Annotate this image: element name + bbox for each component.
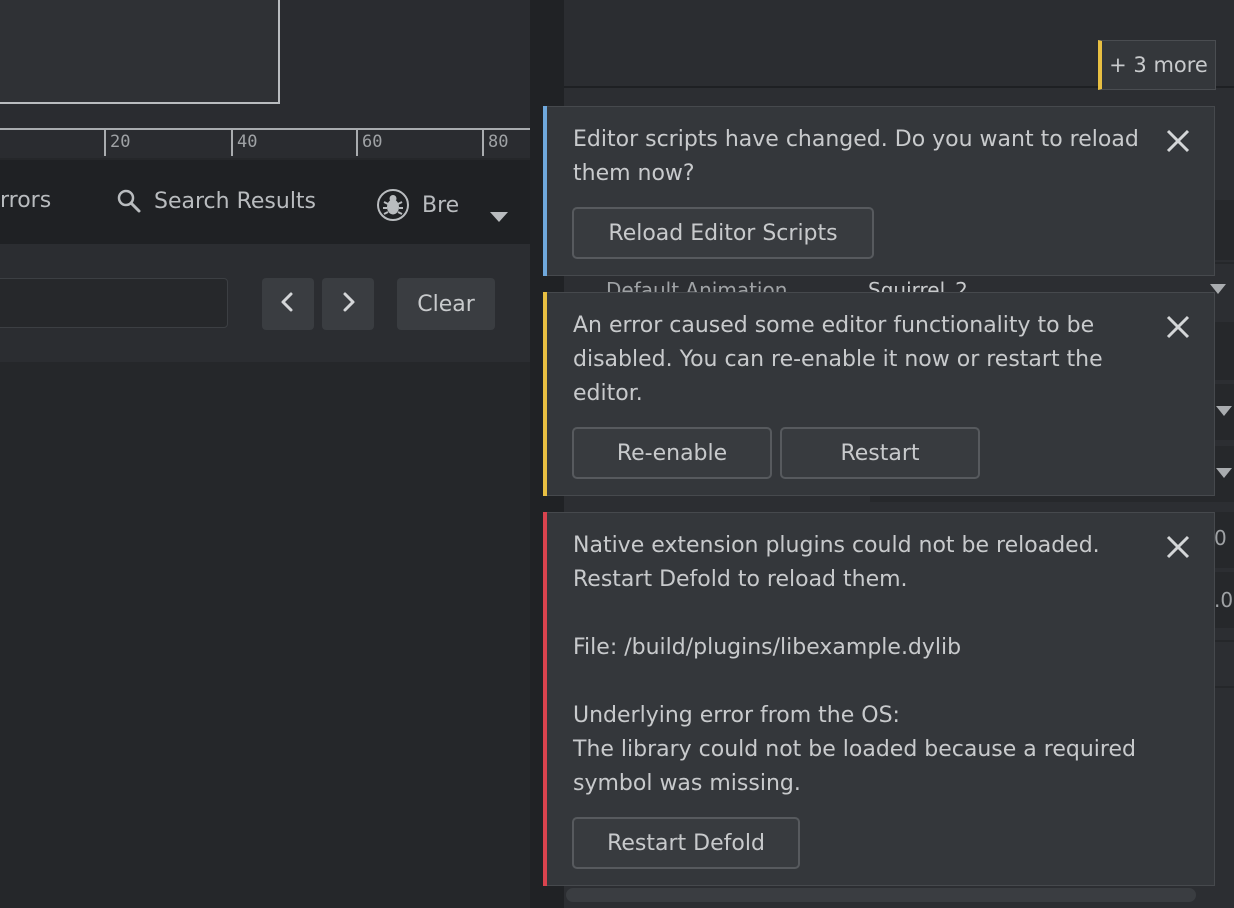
notification-error: Native extension plugins could not be re…	[543, 512, 1215, 886]
ruler-label: 40	[237, 132, 258, 152]
restart-defold-button[interactable]: Restart Defold	[572, 817, 800, 869]
scene-bounds-frame	[0, 0, 280, 104]
notification-message: An error caused some editor functionalit…	[573, 313, 1103, 406]
close-icon[interactable]	[1164, 127, 1192, 155]
horizontal-ruler: 20 40 60 80	[0, 126, 530, 158]
chevron-down-icon[interactable]	[1216, 406, 1232, 416]
notification-message: Editor scripts have changed. Do you want…	[573, 127, 1139, 186]
severity-bar	[543, 512, 547, 886]
notification-info: Editor scripts have changed. Do you want…	[543, 106, 1215, 276]
chevron-down-icon[interactable]	[490, 212, 508, 222]
tab-label: rrors	[0, 188, 52, 213]
search-icon	[116, 188, 142, 214]
search-toolbar: Clear	[0, 244, 530, 362]
chevron-right-icon	[338, 291, 358, 317]
tab-label: Search Results	[154, 188, 317, 214]
tab-build-errors[interactable]: rrors	[0, 188, 51, 213]
close-icon[interactable]	[1164, 533, 1192, 561]
notification-message: Native extension plugins could not be re…	[573, 533, 1136, 796]
search-input[interactable]	[0, 278, 228, 328]
tab-breakpoints[interactable]: Bre	[376, 188, 459, 222]
chevron-down-icon[interactable]	[1216, 468, 1232, 478]
bottom-panel-tabbar: rrors Search Results Bre	[0, 160, 530, 244]
property-value: .0	[1214, 588, 1234, 612]
severity-bar	[543, 292, 547, 496]
ruler-label: 80	[488, 132, 509, 152]
horizontal-scrollbar[interactable]	[566, 888, 1196, 902]
next-result-button[interactable]	[322, 278, 374, 330]
close-icon[interactable]	[1164, 313, 1192, 341]
bug-icon	[376, 188, 410, 222]
reload-editor-scripts-button[interactable]: Reload Editor Scripts	[572, 207, 874, 259]
ruler-label: 20	[110, 132, 131, 152]
notification-warning: An error caused some editor functionalit…	[543, 292, 1215, 496]
tab-search-results[interactable]: Search Results	[116, 188, 316, 214]
previous-result-button[interactable]	[262, 278, 314, 330]
clear-button[interactable]: Clear	[397, 278, 495, 330]
chevron-left-icon	[278, 291, 298, 317]
severity-bar	[543, 106, 547, 276]
re-enable-button[interactable]: Re-enable	[572, 427, 772, 479]
tab-label: Bre	[422, 192, 460, 218]
scene-viewport[interactable]: 20 40 60 80	[0, 0, 530, 158]
property-value: 0	[1214, 526, 1227, 550]
restart-button[interactable]: Restart	[780, 427, 980, 479]
results-list[interactable]	[0, 362, 530, 908]
ruler-label: 60	[362, 132, 383, 152]
more-notifications-badge[interactable]: + 3 more	[1098, 40, 1216, 90]
